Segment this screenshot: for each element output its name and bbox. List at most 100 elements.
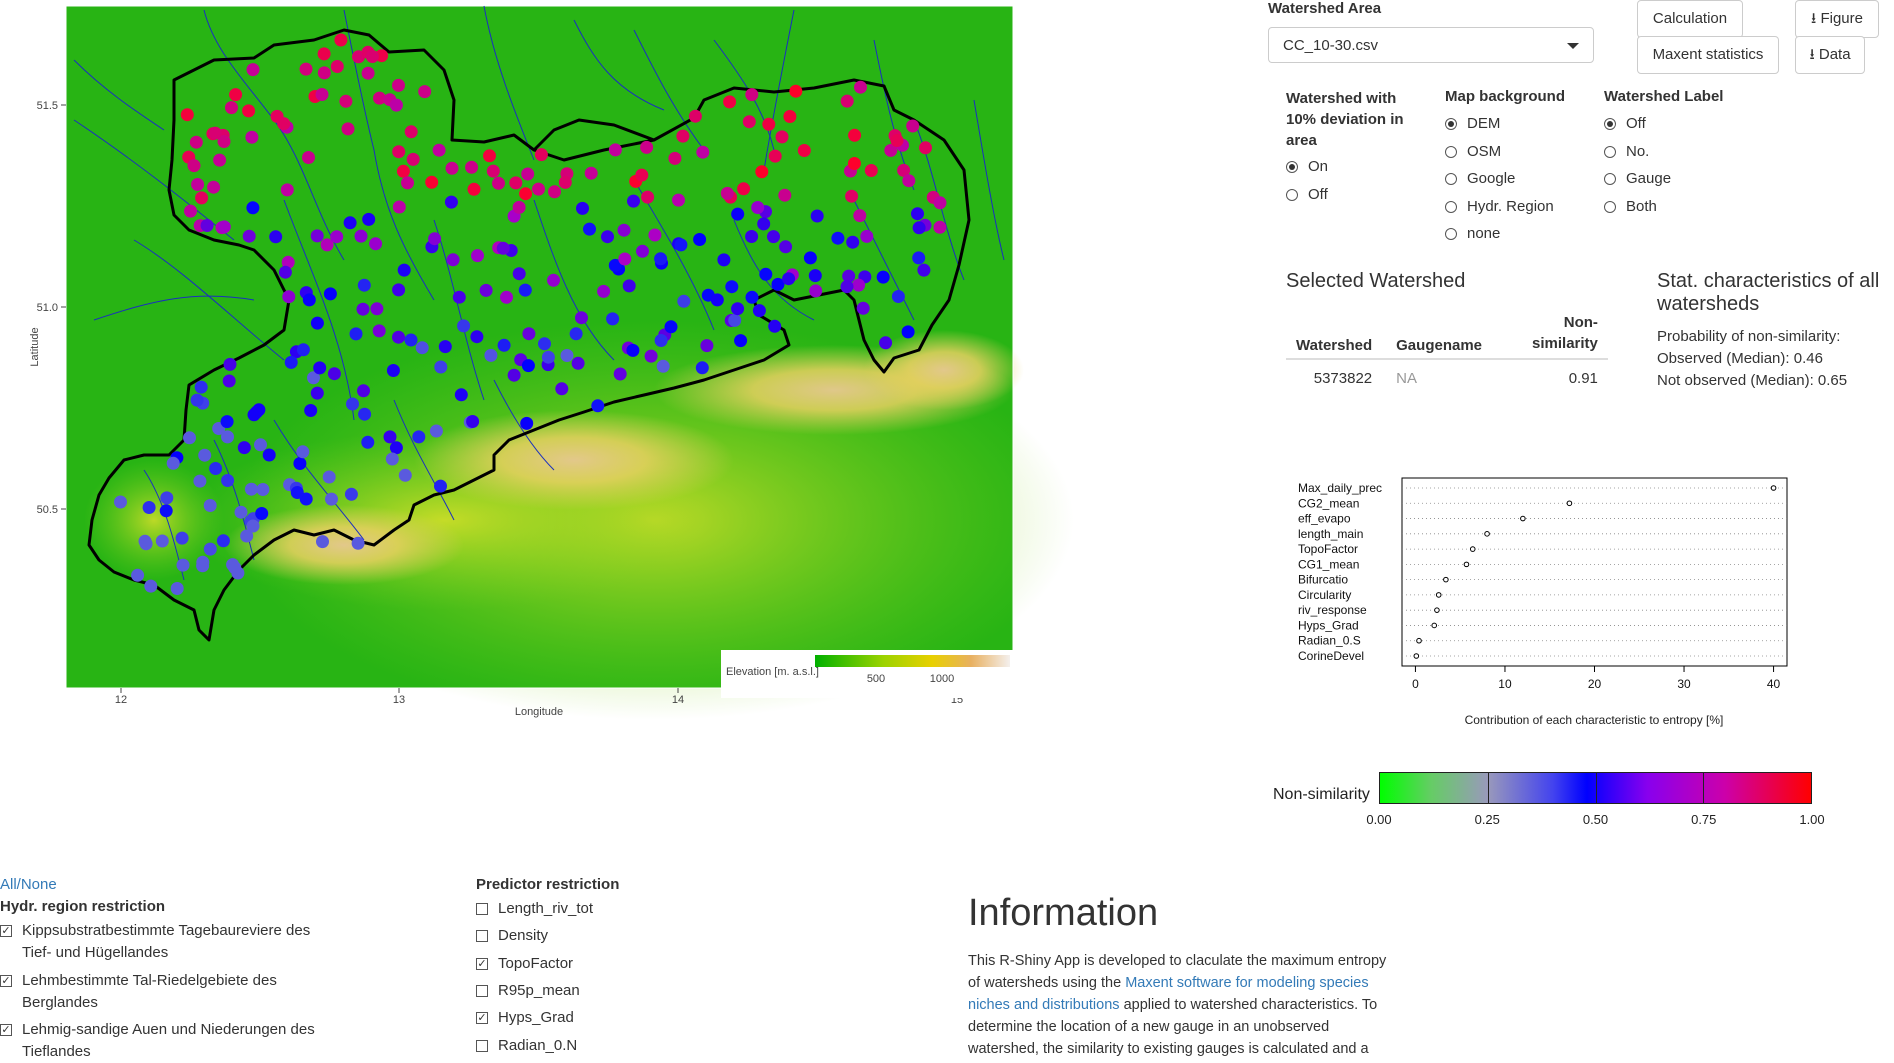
gauge-point[interactable]: [755, 165, 769, 179]
gauge-point[interactable]: [640, 140, 654, 154]
gauge-point[interactable]: [343, 216, 357, 230]
gauge-point[interactable]: [304, 404, 318, 417]
gauge-point[interactable]: [846, 235, 860, 249]
gauge-point[interactable]: [242, 229, 256, 243]
gauge-point[interactable]: [138, 534, 152, 548]
gauge-point[interactable]: [142, 501, 156, 514]
gauge-point[interactable]: [392, 330, 405, 344]
deviation-option-on[interactable]: On: [1286, 158, 1328, 175]
gauge-point[interactable]: [370, 302, 384, 316]
gauge-point[interactable]: [762, 117, 776, 131]
gauge-point[interactable]: [809, 284, 823, 298]
gauge-point[interactable]: [327, 367, 341, 381]
gauge-point[interactable]: [392, 283, 406, 297]
gauge-point[interactable]: [583, 222, 596, 236]
gauge-point[interactable]: [626, 343, 640, 357]
gauge-point[interactable]: [507, 368, 521, 382]
gauge-point[interactable]: [848, 128, 862, 142]
gauge-point[interactable]: [296, 445, 310, 459]
gauge-point[interactable]: [591, 399, 605, 413]
gauge-point[interactable]: [668, 151, 682, 165]
gauge-point[interactable]: [317, 47, 331, 61]
gauge-point[interactable]: [315, 88, 329, 101]
gauge-point[interactable]: [351, 536, 365, 550]
gauge-point[interactable]: [810, 209, 824, 223]
radio-selected-icon[interactable]: [1286, 160, 1298, 173]
checkbox-icon[interactable]: [476, 1039, 488, 1052]
deviation-option-off[interactable]: Off: [1286, 186, 1328, 203]
gauge-point[interactable]: [840, 280, 854, 294]
gauge-point[interactable]: [521, 359, 535, 373]
gauge-point[interactable]: [190, 393, 204, 407]
gauge-point[interactable]: [627, 194, 640, 208]
gauge-point[interactable]: [225, 101, 238, 115]
gauge-point[interactable]: [385, 452, 399, 466]
gauge-point[interactable]: [425, 175, 439, 189]
checkbox-checked-icon[interactable]: ✓: [476, 1012, 488, 1025]
gauge-point[interactable]: [302, 151, 315, 164]
checkbox-checked-icon[interactable]: ✓: [0, 975, 12, 987]
gauge-point[interactable]: [778, 188, 792, 202]
gauge-point[interactable]: [854, 80, 867, 94]
radio-icon[interactable]: [1604, 145, 1616, 158]
gauge-point[interactable]: [608, 143, 622, 157]
gauge-point[interactable]: [246, 201, 260, 215]
gauge-point[interactable]: [852, 278, 866, 292]
gauge-point[interactable]: [547, 273, 560, 287]
data-download-button[interactable]: ⭳ Data: [1795, 36, 1865, 74]
gauge-point[interactable]: [768, 319, 782, 333]
gauge-point[interactable]: [454, 388, 468, 402]
gauge-point[interactable]: [519, 187, 533, 201]
gauge-point[interactable]: [434, 479, 447, 493]
gauge-point[interactable]: [277, 117, 291, 131]
watershed-label-option-off[interactable]: Off: [1604, 115, 1646, 132]
gauge-point[interactable]: [751, 201, 765, 214]
gauge-point[interactable]: [159, 504, 173, 518]
gauge-point[interactable]: [576, 201, 589, 215]
gauge-point[interactable]: [245, 130, 259, 144]
gauge-point[interactable]: [902, 174, 916, 188]
gauge-point[interactable]: [483, 149, 496, 163]
gauge-point[interactable]: [392, 145, 406, 159]
gauge-point[interactable]: [330, 60, 344, 73]
gauge-point[interactable]: [397, 263, 411, 277]
radio-icon[interactable]: [1445, 200, 1457, 213]
gauge-point[interactable]: [361, 66, 375, 80]
gauge-point[interactable]: [280, 183, 294, 197]
gauge-point[interactable]: [601, 230, 614, 244]
watershed-label-option-both[interactable]: Both: [1604, 198, 1657, 215]
gauge-point[interactable]: [357, 278, 371, 292]
radio-icon[interactable]: [1286, 188, 1298, 201]
gauge-point[interactable]: [783, 110, 797, 123]
gauge-point[interactable]: [198, 448, 212, 462]
gauge-point[interactable]: [293, 457, 307, 470]
gauge-point[interactable]: [244, 482, 258, 496]
gauge-point[interactable]: [734, 334, 748, 348]
gauge-point[interactable]: [797, 144, 811, 157]
gauge-point[interactable]: [635, 168, 649, 182]
gauge-point[interactable]: [223, 357, 237, 371]
radio-selected-icon[interactable]: [1604, 117, 1616, 130]
gauge-point[interactable]: [700, 339, 714, 353]
gauge-point[interactable]: [246, 519, 260, 533]
gauge-point[interactable]: [269, 230, 283, 244]
gauge-point[interactable]: [114, 495, 127, 509]
gauge-point[interactable]: [354, 229, 368, 243]
gauge-point[interactable]: [856, 301, 870, 315]
checkbox-icon[interactable]: [476, 930, 488, 943]
gauge-point[interactable]: [759, 267, 773, 281]
gauge-point[interactable]: [466, 415, 480, 428]
gauge-point[interactable]: [757, 217, 771, 231]
gauge-point[interactable]: [808, 269, 822, 283]
gauge-point[interactable]: [170, 582, 184, 595]
gauge-point[interactable]: [429, 424, 443, 438]
gauge-point[interactable]: [361, 435, 375, 449]
gauge-point[interactable]: [369, 237, 383, 251]
gauge-point[interactable]: [144, 579, 158, 593]
gauge-point[interactable]: [720, 186, 734, 200]
gauge-point[interactable]: [879, 336, 893, 350]
predictor-item[interactable]: Radian_0.N: [476, 1035, 577, 1057]
gauge-point[interactable]: [396, 164, 410, 178]
gauge-point[interactable]: [569, 327, 583, 341]
gauge-point[interactable]: [180, 108, 194, 122]
